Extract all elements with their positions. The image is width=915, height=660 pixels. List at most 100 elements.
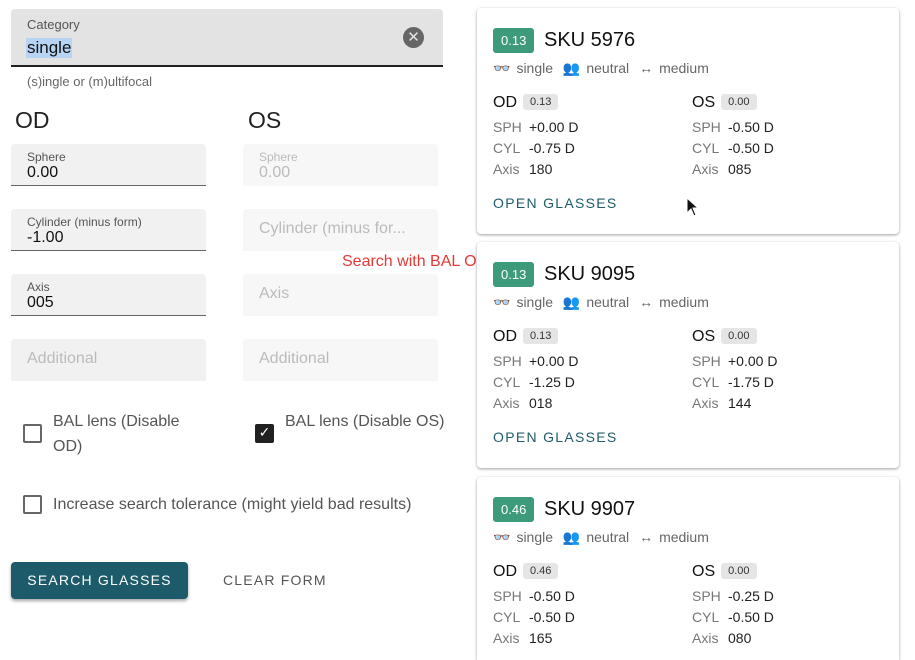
lens-type: single (516, 60, 554, 76)
sku-title: SKU 5976 (544, 29, 636, 51)
cyl-key: CYL (692, 374, 720, 390)
od-axis-row: Axis 018 (493, 395, 552, 411)
os-header: OS 0.00 (692, 563, 757, 581)
os-cyl-row: CYL -0.50 D (692, 140, 774, 156)
os-sphere-input: 0.00 (259, 164, 291, 181)
od-sphere-input[interactable]: 0.00 (27, 164, 58, 182)
os-label: OS (692, 94, 716, 111)
os-axis-value: 080 (728, 630, 752, 646)
od-sphere-field[interactable]: Sphere 0.00 (11, 144, 206, 186)
os-score-chip: 0.00 (721, 563, 757, 579)
os-axis-value: 144 (728, 395, 752, 411)
clear-form-button[interactable]: CLEAR FORM (223, 572, 327, 588)
os-cyl-value: -0.50 D (728, 609, 774, 625)
cyl-key: CYL (493, 140, 521, 156)
lens-gender: neutral (586, 60, 630, 76)
match-score-badge: 0.13 (493, 262, 535, 287)
cyl-key: CYL (692, 609, 720, 625)
od-cyl-row: CYL -0.50 D (493, 609, 575, 625)
overlay-annotation: Search with BAL OS (342, 253, 488, 270)
os-cyl-row: CYL -0.50 D (692, 609, 774, 625)
od-sph-row: SPH +0.00 D (493, 119, 578, 135)
glasses-icon: 👓 (493, 529, 511, 545)
od-axis-row: Axis 180 (493, 161, 552, 177)
lens-meta: 👓 single 👥 neutral ↔ medium (493, 294, 715, 311)
od-axis-value: 180 (529, 161, 553, 177)
result-card: 0.13 SKU 9095 👓 single 👥 neutral ↔ medium O… (477, 242, 899, 468)
sph-key: SPH (493, 588, 522, 604)
od-axis-input[interactable]: 005 (27, 294, 54, 312)
od-axis-value: 165 (529, 630, 553, 646)
os-sphere-label: Sphere (259, 150, 298, 164)
cyl-key: CYL (493, 609, 521, 625)
od-cylinder-field[interactable]: Cylinder (minus form) -1.00 (11, 209, 206, 251)
open-glasses-button[interactable]: OPEN GLASSES (493, 429, 618, 445)
od-label: OD (493, 563, 517, 580)
os-cylinder-input: Cylinder (minus for... (259, 220, 406, 237)
os-axis-field: Axis (243, 274, 438, 316)
category-input[interactable]: single (26, 38, 73, 58)
category-field[interactable]: Category single ✕ (11, 9, 443, 67)
width-arrows-icon: ↔ (639, 529, 654, 545)
od-label: OD (493, 94, 517, 111)
od-cylinder-input[interactable]: -1.00 (27, 229, 63, 247)
people-icon: 👥 (562, 60, 581, 76)
result-card: 0.46 SKU 9907 👓 single 👥 neutral ↔ medium O… (477, 477, 899, 660)
od-axis-field[interactable]: Axis 005 (11, 274, 206, 316)
os-cyl-row: CYL -1.75 D (692, 374, 774, 390)
category-label: Category (27, 17, 80, 32)
os-sph-row: SPH -0.50 D (692, 119, 774, 135)
od-score-chip: 0.13 (523, 94, 559, 110)
glasses-icon: 👓 (493, 294, 511, 310)
od-score-chip: 0.46 (523, 563, 559, 579)
axis-key: Axis (692, 161, 719, 177)
lens-size: medium (659, 60, 709, 76)
os-axis-value: 085 (728, 161, 752, 177)
os-sph-value: -0.25 D (728, 588, 774, 604)
od-header: OD 0.46 (493, 563, 559, 581)
od-additional-input[interactable]: Additional (27, 350, 199, 368)
axis-key: Axis (493, 161, 520, 177)
od-bal-checkbox[interactable] (23, 424, 42, 443)
od-additional-field[interactable]: Additional (11, 339, 206, 381)
lens-meta: 👓 single 👥 neutral ↔ medium (493, 60, 715, 77)
axis-key: Axis (692, 395, 719, 411)
od-title: OD (15, 107, 50, 133)
os-axis-row: Axis 144 (692, 395, 751, 411)
lens-gender: neutral (586, 294, 630, 310)
mouse-pointer-icon (686, 197, 700, 217)
od-axis-row: Axis 165 (493, 630, 552, 646)
od-cyl-value: -0.75 D (529, 140, 575, 156)
sku-title: SKU 9907 (544, 498, 636, 520)
os-sph-row: SPH +0.00 D (692, 353, 777, 369)
od-axis-label: Axis (27, 280, 50, 294)
sph-key: SPH (493, 119, 522, 135)
glasses-icon: 👓 (493, 60, 511, 76)
width-arrows-icon: ↔ (639, 294, 654, 310)
axis-key: Axis (493, 395, 520, 411)
os-additional-field: Additional (243, 339, 438, 381)
close-circle-icon[interactable]: ✕ (403, 27, 424, 48)
os-axis-row: Axis 085 (692, 161, 751, 177)
od-header: OD 0.13 (493, 94, 559, 112)
os-cyl-value: -1.75 D (728, 374, 774, 390)
od-cyl-value: -1.25 D (529, 374, 575, 390)
people-icon: 👥 (562, 294, 581, 310)
os-bal-checkbox[interactable]: ✓ (255, 424, 274, 443)
os-sphere-field: Sphere 0.00 (243, 144, 438, 186)
search-glasses-button[interactable]: SEARCH GLASSES (11, 562, 188, 599)
od-score-chip: 0.13 (523, 328, 559, 344)
tolerance-label: Increase search tolerance (might yield b… (53, 496, 412, 513)
open-glasses-button[interactable]: OPEN GLASSES (493, 195, 618, 211)
od-sph-row: SPH -0.50 D (493, 588, 575, 604)
os-header: OS 0.00 (692, 328, 757, 346)
os-sph-value: -0.50 D (728, 119, 774, 135)
os-label: OS (692, 563, 716, 580)
os-sph-value: +0.00 D (728, 353, 778, 369)
sph-key: SPH (493, 353, 522, 369)
od-cyl-row: CYL -0.75 D (493, 140, 575, 156)
sph-key: SPH (692, 588, 721, 604)
os-header: OS 0.00 (692, 94, 757, 112)
axis-key: Axis (692, 630, 719, 646)
tolerance-checkbox[interactable] (23, 495, 42, 514)
